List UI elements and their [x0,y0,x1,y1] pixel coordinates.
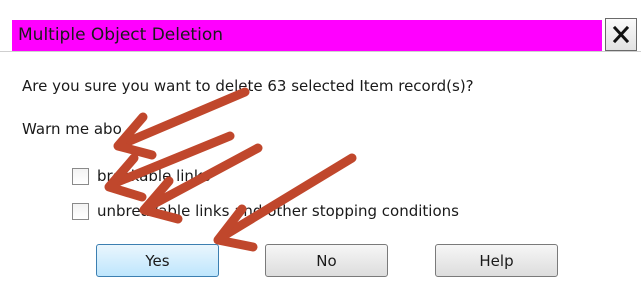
unbreakable-links-checkbox[interactable] [72,202,89,220]
breakable-links-label: breakable links [97,167,211,185]
title-bar: Multiple Object Deletion [0,4,641,52]
breakable-links-checkbox[interactable] [72,167,89,185]
confirmation-question: Are you sure you want to delete 63 selec… [22,77,474,95]
close-icon [612,25,630,44]
no-button[interactable]: No [265,244,388,277]
unbreakable-links-label: unbreakable links and other stopping con… [97,202,459,220]
unbreakable-links-option[interactable]: unbreakable links and other stopping con… [72,202,459,220]
warn-me-label: Warn me abo [22,120,122,138]
dialog-title: Multiple Object Deletion [18,25,223,45]
help-button[interactable]: Help [435,244,558,277]
breakable-links-option[interactable]: breakable links [72,167,210,185]
yes-button[interactable]: Yes [96,244,219,277]
close-button[interactable] [605,18,637,51]
multiple-object-deletion-dialog: Multiple Object Deletion Are you sure yo… [0,0,641,291]
